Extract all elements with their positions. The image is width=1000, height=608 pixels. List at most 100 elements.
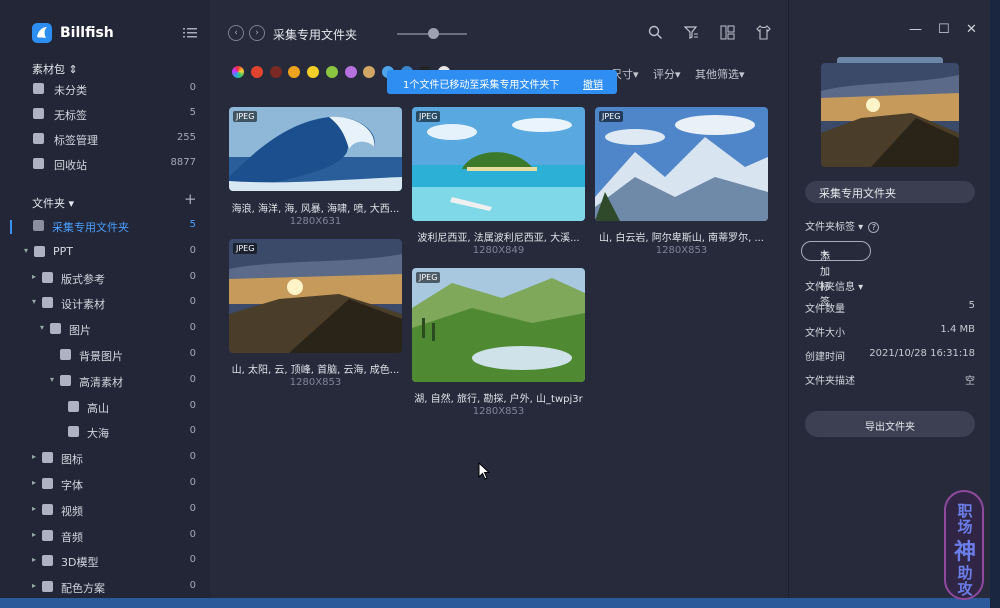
info-label: 文件夹描述: [805, 376, 855, 387]
folder-item-count: 0: [189, 296, 196, 308]
menu-icon[interactable]: [183, 27, 197, 42]
close-icon[interactable]: ✕: [966, 22, 977, 37]
folder-item-count: 0: [189, 502, 196, 514]
folder-icon: [68, 426, 79, 438]
folder-item-count: 0: [189, 373, 196, 385]
folder-item-label: 背景图片: [79, 350, 123, 363]
move-toast: 1个文件已移动至采集专用文件夹下 撤销: [387, 70, 617, 94]
folder-icon: [33, 220, 44, 231]
folder-item[interactable]: 大海 0: [0, 420, 210, 444]
folder-item-label: 音频: [61, 530, 83, 544]
folder-icon: [60, 374, 71, 386]
info-value: 5: [968, 300, 975, 311]
file-name: 湖, 自然, 旅行, 勘探, 户外, 山_twpj3r: [414, 394, 583, 405]
folder-item-label: 大海: [87, 427, 109, 441]
color-swatch[interactable]: [307, 66, 320, 78]
app-name: Billfish: [60, 25, 114, 41]
minimize-icon[interactable]: —: [909, 22, 922, 37]
folder-item-label: 采集专用文件夹: [52, 221, 129, 234]
folder-icon: [42, 478, 53, 489]
folder-item[interactable]: ▸ 配色方案 0: [0, 575, 210, 599]
folder-item-label: PPT: [53, 244, 73, 258]
file-dimensions: 1280X853: [289, 377, 342, 388]
folder-name-text: 采集专用文件夹: [819, 187, 896, 200]
folder-icon: [42, 555, 53, 567]
folder-name-field[interactable]: 采集专用文件夹: [805, 181, 975, 203]
add-folder-icon[interactable]: +: [184, 190, 197, 208]
library-section-title[interactable]: 素材包 ⇕: [32, 61, 78, 77]
maximize-icon[interactable]: ☐: [938, 22, 950, 37]
file-name: 海浪, 海洋, 海, 风暴, 海啸, 喷, 大西...: [231, 204, 400, 215]
folder-item[interactable]: 高山 0: [0, 395, 210, 419]
expand-arrow-icon[interactable]: ▸: [32, 452, 36, 461]
folder-item-count: 0: [189, 244, 196, 256]
library-item-label: 回收站: [54, 159, 87, 172]
folder-item[interactable]: ▾ PPT 0: [0, 240, 210, 264]
undo-link[interactable]: 撤销: [583, 76, 603, 91]
library-item[interactable]: 无标签 5: [0, 102, 210, 126]
expand-arrow-icon[interactable]: ▾: [32, 297, 36, 306]
color-swatch[interactable]: [251, 66, 263, 78]
expand-arrow-icon[interactable]: ▸: [32, 504, 36, 513]
library-item[interactable]: 标签管理 255: [0, 127, 210, 151]
folder-item-label: 图片: [69, 324, 91, 338]
expand-arrow-icon[interactable]: ▾: [24, 246, 28, 255]
folder-item[interactable]: 背景图片 0: [0, 343, 210, 367]
folder-item[interactable]: ▾ 高清素材 0: [0, 369, 210, 393]
folder-item[interactable]: ▸ 图标 0: [0, 446, 210, 470]
thumbnail-island: JPEG: [412, 107, 585, 221]
folder-item[interactable]: ▾ 图片 0: [0, 317, 210, 341]
skin-icon[interactable]: [756, 25, 771, 44]
info-value: 2021/10/28 16:31:18: [869, 348, 975, 359]
expand-arrow-icon[interactable]: ▸: [32, 581, 36, 590]
back-button[interactable]: ‹: [228, 25, 244, 41]
folder-item[interactable]: ▾ 设计素材 0: [0, 291, 210, 315]
rating-filter[interactable]: 评分▾: [653, 66, 681, 82]
color-swatch[interactable]: [344, 66, 357, 78]
folder-item-count: 0: [189, 348, 196, 359]
folder-section-title[interactable]: 文件夹 ▾: [32, 195, 74, 211]
folder-item[interactable]: ▸ 版式参考 0: [0, 266, 210, 290]
expand-arrow-icon[interactable]: ▾: [50, 375, 54, 384]
folder-item[interactable]: 采集专用文件夹 5: [0, 214, 210, 238]
expand-arrow-icon[interactable]: ▸: [32, 555, 36, 564]
trash-icon: [33, 158, 44, 169]
color-swatch[interactable]: [325, 66, 338, 78]
help-icon[interactable]: ?: [868, 222, 880, 233]
folder-item-count: 0: [189, 477, 196, 488]
thumbnail-sunset-mountain: JPEG: [229, 239, 402, 353]
library-item[interactable]: 回收站 8877: [0, 152, 210, 176]
search-icon[interactable]: [648, 25, 663, 44]
forward-button[interactable]: ›: [249, 25, 265, 41]
all-colors-icon[interactable]: [232, 66, 244, 78]
file-type-badge: JPEG: [416, 272, 441, 283]
watermark-stamp: 职 场 神 助 攻: [944, 490, 984, 600]
file-dimensions: 1280X849: [472, 245, 525, 256]
filter-icon[interactable]: [683, 25, 699, 44]
folder-icon: [42, 529, 53, 541]
layout-icon[interactable]: [720, 25, 735, 44]
folder-tags-title[interactable]: 文件夹标签 ▾ ?: [805, 218, 880, 233]
folder-item[interactable]: ▸ 音频 0: [0, 524, 210, 548]
folder-item-count: 0: [189, 270, 196, 282]
folder-item[interactable]: ▸ 视频 0: [0, 498, 210, 522]
zoom-slider-handle[interactable]: [428, 28, 439, 39]
folder-icon: [42, 503, 53, 515]
color-swatch[interactable]: [269, 66, 282, 78]
other-filter[interactable]: 其他筛选▾: [695, 66, 745, 82]
expand-arrow-icon[interactable]: ▾: [40, 323, 44, 332]
add-tag-button[interactable]: 添加标签 +: [801, 241, 871, 308]
folder-item[interactable]: ▸ 字体 0: [0, 472, 210, 496]
folder-item-count: 5: [189, 219, 196, 230]
folder-item-label: 字体: [61, 479, 83, 492]
folder-item-count: 0: [189, 528, 196, 540]
folder-info-title[interactable]: 文件夹信息 ▾: [805, 278, 863, 293]
folder-item[interactable]: ▸ 3D模型 0: [0, 549, 210, 573]
export-folder-button[interactable]: 导出文件夹: [805, 411, 975, 437]
thumbnail-alps: JPEG: [595, 107, 768, 221]
folder-item-label: 高清素材: [79, 375, 123, 389]
expand-arrow-icon[interactable]: ▸: [32, 530, 36, 539]
expand-arrow-icon[interactable]: ▸: [32, 272, 36, 281]
expand-arrow-icon[interactable]: ▸: [32, 478, 36, 487]
library-item[interactable]: 未分类 0: [0, 77, 210, 101]
